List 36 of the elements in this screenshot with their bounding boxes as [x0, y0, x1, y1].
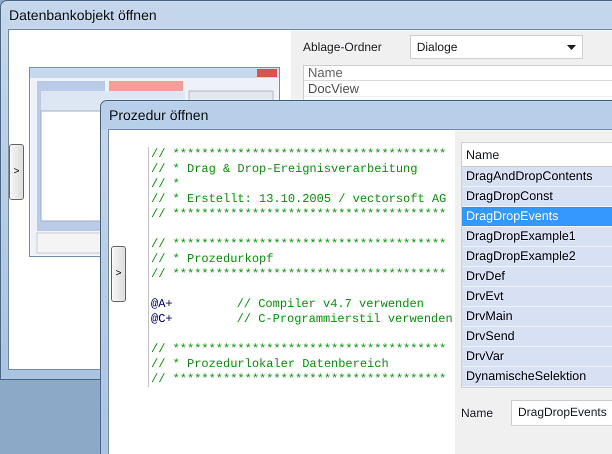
- code-comment: // * Prozedurkopf: [151, 252, 274, 266]
- column-header: Name: [304, 66, 612, 81]
- code-comment: // * Prozedurlokaler Datenbereich: [151, 357, 389, 371]
- window-title: Datenbankobjekt öffnen: [9, 6, 157, 25]
- list-item[interactable]: DrvSend: [462, 327, 612, 347]
- code-comment: // * Erstellt: 13.10.2005 / vectorsoft AG: [151, 192, 446, 206]
- list-item[interactable]: DynamischeSelektion: [462, 367, 612, 387]
- list-item[interactable]: DrvVar: [462, 347, 612, 367]
- list-item[interactable]: DragDropExample2: [462, 247, 612, 267]
- expand-button[interactable]: >: [111, 246, 126, 302]
- expand-button[interactable]: >: [9, 144, 24, 200]
- code-comment: // **************************************: [151, 372, 446, 386]
- list-item[interactable]: DragAndDropContents: [462, 167, 612, 187]
- list-item[interactable]: DrvDef: [462, 267, 612, 287]
- code-comment: // **************************************: [151, 267, 446, 281]
- code-comment: // Compiler v4.7 verwenden: [236, 297, 424, 311]
- code-comment: // *: [151, 177, 180, 191]
- caret-icon: [566, 44, 576, 50]
- window-title: Prozedur öffnen: [109, 106, 208, 124]
- folder-label: Ablage-Ordner: [303, 39, 382, 56]
- name-label: Name: [460, 405, 493, 422]
- list-item[interactable]: DrvMain: [462, 307, 612, 327]
- code-comment: // C-Programmierstil verwenden: [236, 312, 453, 326]
- list-item[interactable]: DocView: [304, 81, 612, 97]
- folder-dropdown[interactable]: Dialoge: [410, 35, 583, 59]
- code-comment: // **************************************: [151, 207, 446, 221]
- compiler-directive: @A+: [151, 297, 173, 311]
- list-item[interactable]: DragDropConst: [462, 187, 612, 207]
- code-comment: // **************************************: [151, 147, 446, 161]
- list-item[interactable]: DragDropExample1: [462, 227, 612, 247]
- name-field[interactable]: DragDropEvents: [511, 400, 612, 426]
- code-comment: // * Drag & Drop-Ereignisverarbeitung: [151, 162, 418, 176]
- code-comment: // **************************************: [151, 237, 446, 251]
- list-item[interactable]: DrvEvt: [462, 287, 612, 307]
- code-comment: // **************************************: [151, 342, 446, 356]
- compiler-directive: @C+: [151, 312, 173, 326]
